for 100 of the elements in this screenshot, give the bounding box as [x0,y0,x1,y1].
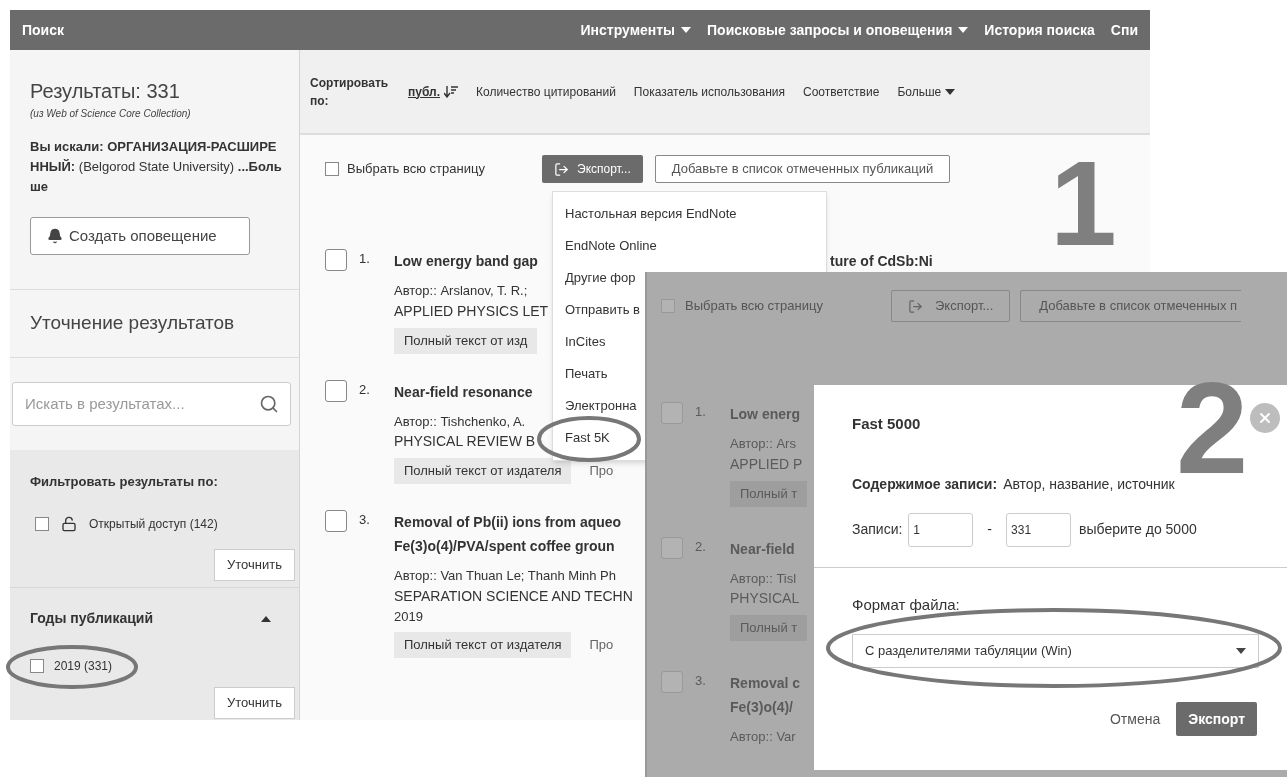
sort-option[interactable]: публ. [408,82,458,101]
nav-menu-item[interactable]: История поиска [984,19,1095,41]
close-icon [1257,410,1273,426]
result-number: 2. [359,380,371,399]
search-field[interactable]: Искать в результатах... [12,381,291,426]
export-icon [554,161,569,177]
caret-icon [958,27,969,33]
filter-label: Открытый доступ (142) [89,516,218,533]
nav-title[interactable]: Поиск [22,19,64,41]
full-text-button[interactable]: Полный текст от издателя [394,458,572,484]
result-number: 3. [695,672,707,690]
dialog-title: Fast 5000 [852,414,921,434]
checkbox[interactable] [35,517,49,531]
export-button[interactable]: Экспорт... [542,155,643,183]
result-title[interactable]: Near-field resonance [394,379,533,404]
select-page-label: Выбрать всю страницу [347,160,485,179]
result-authors: Автор:: Ars [730,435,796,453]
cancel-button[interactable]: Отмена [1109,708,1161,730]
result-number: 1. [695,403,707,421]
full-text-button[interactable]: Полный текст от издателя [394,632,572,658]
records-from-field[interactable]: 1 [908,512,974,547]
menu-item[interactable]: Печать [553,358,610,390]
more-sort-dropdown[interactable]: Больше [897,82,956,101]
result-title[interactable]: ture of CdSb:Ni [830,249,933,273]
search-icon [259,393,279,414]
result-source: PHYSICAL [730,589,800,608]
full-text-button[interactable]: Полный текст от изд [394,327,538,354]
export-confirm-button[interactable]: Экспорт [1176,702,1257,736]
result-authors: Автор:: Tishchenko, A. [394,412,526,431]
create-alert-button[interactable]: Создать оповещение [30,217,250,255]
collapse-caret-icon [261,615,271,622]
checkbox[interactable] [325,510,347,532]
export-icon [908,298,923,314]
search-query: Вы искали: ОРГАНИЗАЦИЯ-РАСШИРЕННЫЙ: (Belgorod State University) ...Больше [30,138,283,196]
nav-menu-item[interactable]: Инструменты [580,19,692,41]
step-number: 2 [1176,363,1249,493]
result-title[interactable]: Removal of Pb(ii) ions from aqueo [394,510,622,534]
records-label: Записи: [852,520,903,539]
step-number: 1 [1050,143,1117,263]
caret-icon [945,88,956,95]
result-number: 2. [695,537,707,556]
menu-item[interactable]: EndNote Online [553,230,659,262]
nav-menu-item[interactable]: Поисковые запросы и оповещения [707,19,969,41]
file-format-label: Формат файла: [852,594,960,615]
checkbox[interactable] [325,162,339,176]
checkbox[interactable] [661,299,675,313]
menu-item[interactable]: Fast 5K [553,422,612,454]
sort-icon [444,85,458,98]
checkbox[interactable] [325,249,347,271]
caret-icon [1236,648,1246,654]
result-source: PHYSICAL REVIEW B [394,432,536,451]
checkbox[interactable] [325,379,347,402]
checkbox[interactable] [661,402,683,424]
checkbox[interactable] [661,671,683,693]
add-to-marked-list-button[interactable]: Добавьте в список отмеченных публикаций [654,155,951,183]
view-link[interactable]: Про [589,461,614,481]
records-to-field[interactable]: 331 [1006,512,1072,547]
sort-label: Сортировать по: [310,74,390,110]
result-number: 1. [359,250,371,268]
result-authors: Автор:: Tisl [730,569,797,588]
filter-label: 2019 (331) [54,658,113,675]
refine-button[interactable]: Уточнить [214,687,295,719]
result-year: 2019 [394,607,423,626]
menu-item[interactable]: Электронна [553,390,639,422]
open-lock-icon [61,516,77,532]
result-number: 3. [359,511,371,529]
results-count: Результаты: 331 [30,79,181,104]
sort-option[interactable]: Количество цитирований [476,82,616,101]
result-authors: Автор:: Var [730,728,796,746]
result-source: SEPARATION SCIENCE AND TECHN [394,586,633,606]
record-content-label: Содержимое записи: [852,474,998,494]
range-dash: - [987,520,993,539]
result-title[interactable]: Low energy band gap [394,249,538,273]
close-button[interactable] [1250,403,1280,433]
nav-menu-item[interactable]: Спи [1110,19,1138,41]
results-source: (из Web of Science Core Collection) [30,107,192,121]
records-hint: выберите до 5000 [1079,520,1197,539]
sort-option[interactable]: Показатель использования [633,82,785,101]
record-content-value: Автор, название, источник [1003,474,1175,494]
filter-heading: Фильтровать результаты по: [29,472,219,491]
caret-icon [681,27,692,33]
refine-button[interactable]: Уточнить [214,549,295,581]
filter-heading: Годы публикаций [30,609,153,628]
result-authors: Автор:: Arslanov, T. R.; [394,282,528,300]
result-authors: Автор:: Van Thuan Le; Thanh Minh Ph [394,567,617,585]
select-page-label: Выбрать всю страницу [685,297,823,316]
sort-option[interactable]: Соответствие [803,82,880,101]
result-title[interactable]: Fe(3)o(4)/PVA/spent coffee groun [394,534,615,558]
bell-icon [47,228,63,244]
menu-item[interactable]: Отправить в [553,294,642,326]
file-format-select[interactable]: С разделителями табуляции (Win) [852,634,1259,668]
menu-item[interactable]: Другие фор [553,262,638,294]
menu-item[interactable]: InCites [553,326,608,358]
menu-item[interactable]: Настольная версия EndNote [553,198,739,230]
result-source: APPLIED PHYSICS LET [394,301,549,321]
checkbox[interactable] [661,536,683,559]
section-heading: Уточнение результатов [29,311,236,335]
view-link[interactable]: Про [589,635,614,655]
checkbox[interactable] [30,659,44,673]
result-source: APPLIED P [730,454,803,474]
